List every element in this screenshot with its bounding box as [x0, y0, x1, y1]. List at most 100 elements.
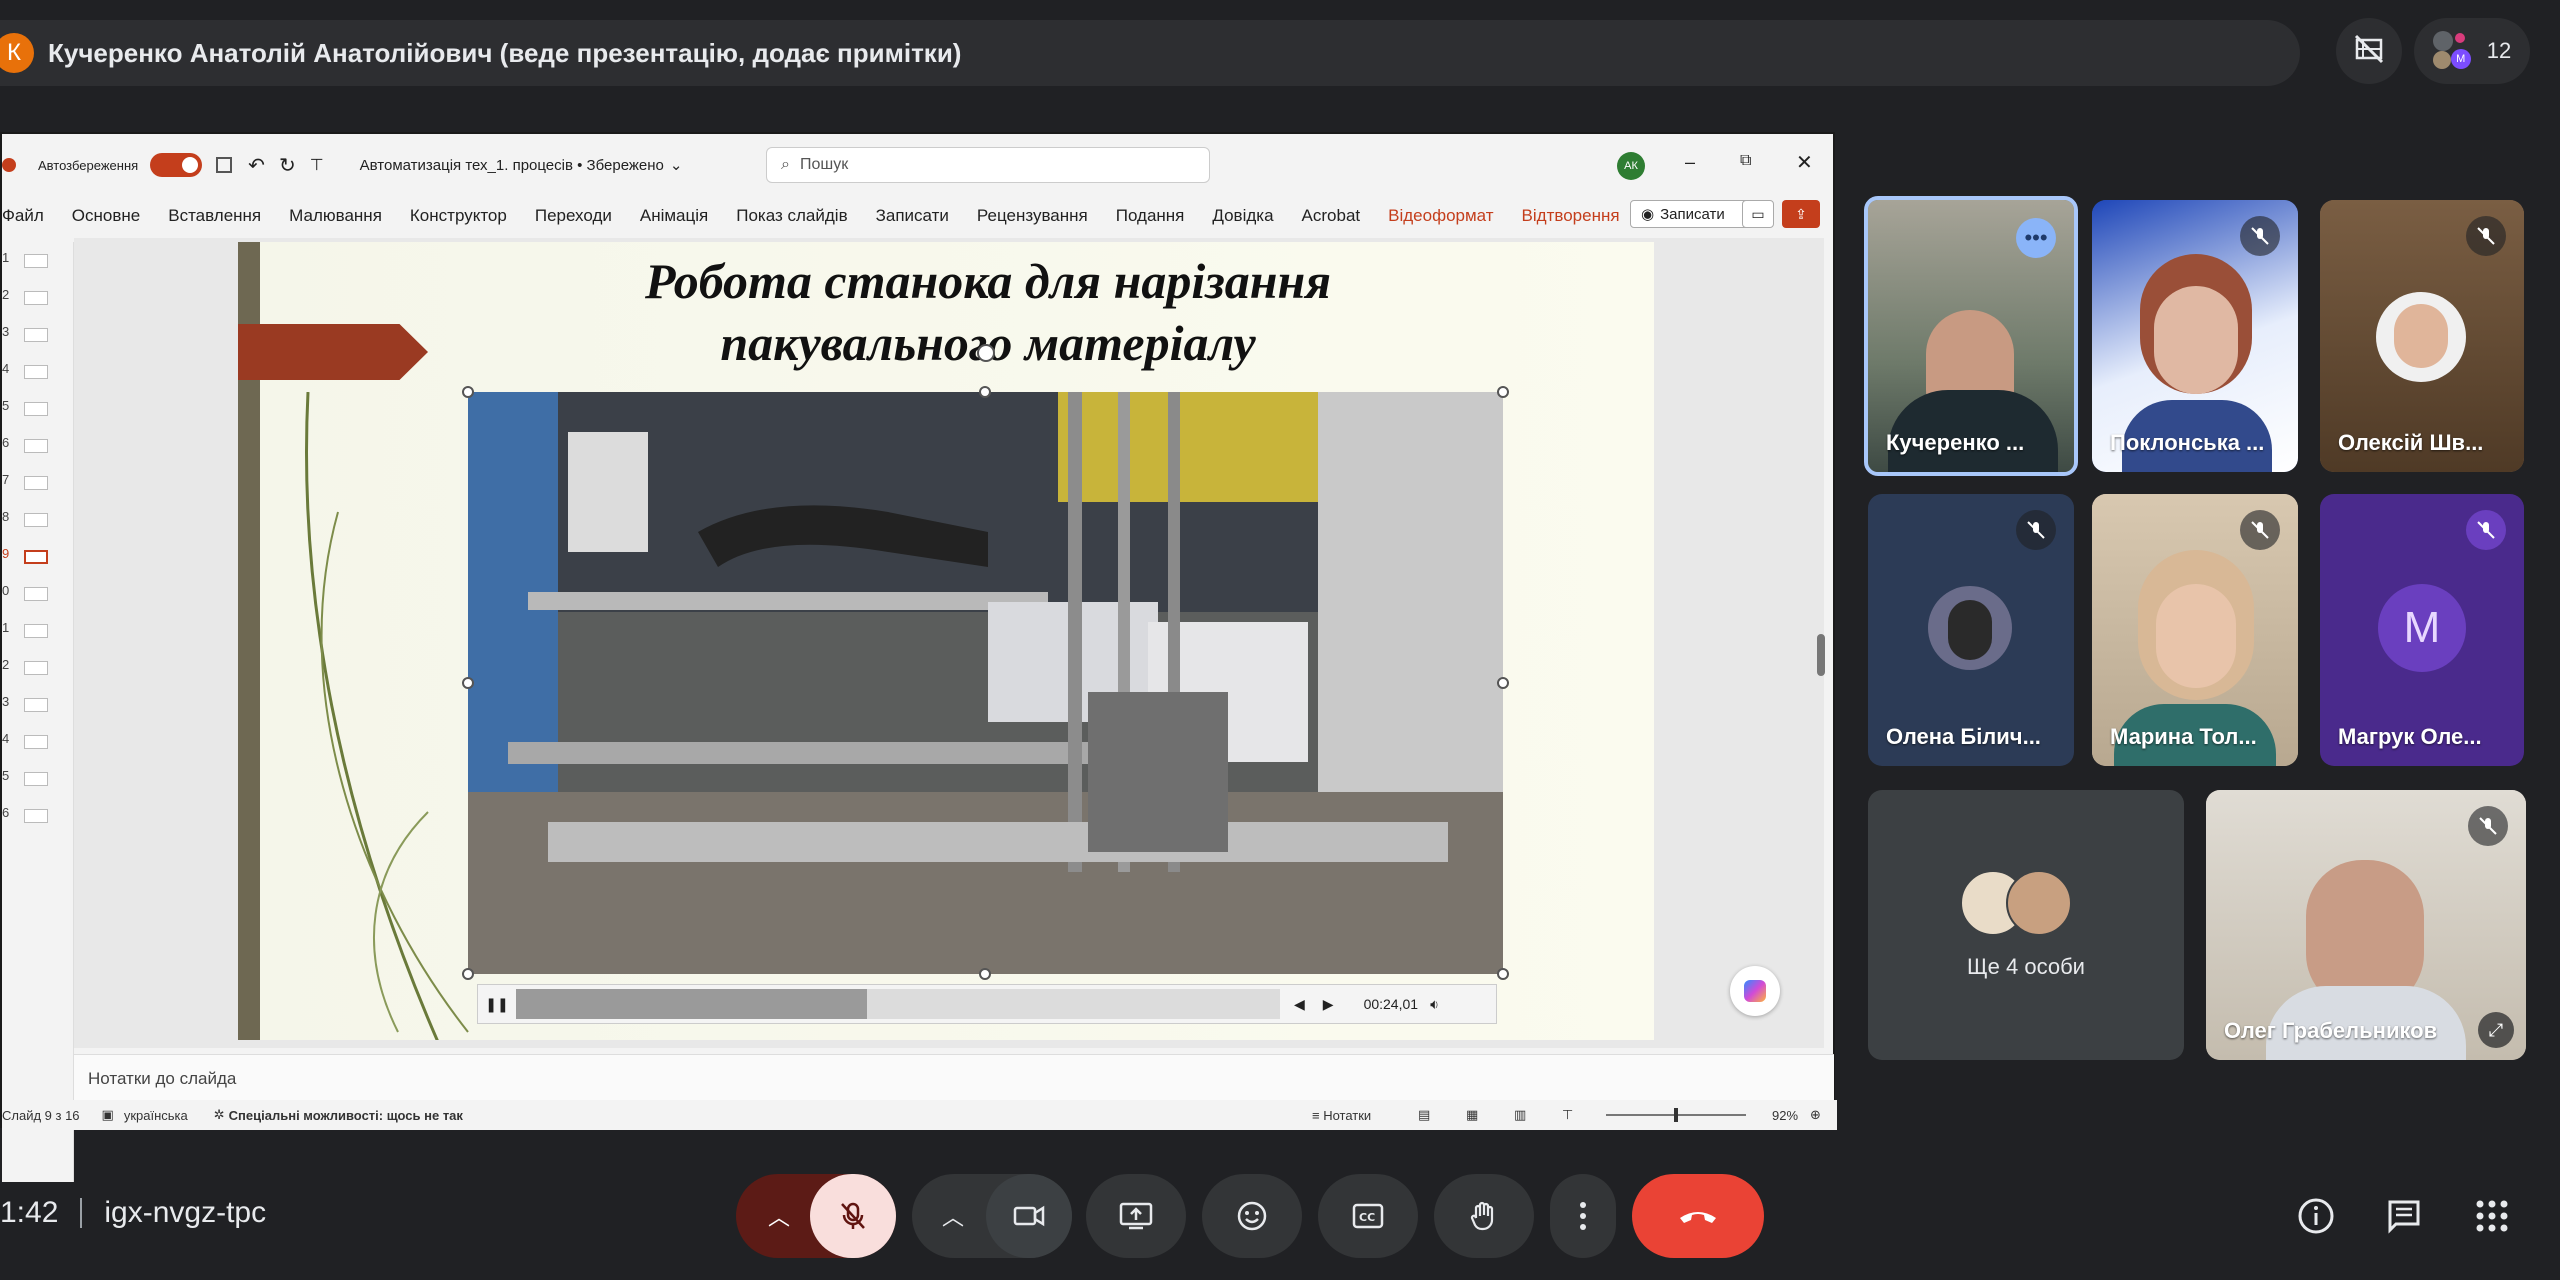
save-icon[interactable] — [216, 157, 233, 173]
zoom-slider[interactable] — [1606, 1108, 1746, 1122]
slide-thumbnail[interactable]: 7 — [2, 472, 54, 492]
ribbon-tab[interactable]: Записати — [876, 206, 949, 226]
participant-tile[interactable]: Поклонська ... — [2092, 200, 2298, 472]
notes-button[interactable]: ≡ Нотатки — [1312, 1108, 1371, 1123]
autosave-toggle[interactable] — [150, 153, 203, 177]
slide-thumbnail[interactable]: 0 — [2, 583, 54, 603]
present-screen-button[interactable] — [1086, 1174, 1186, 1258]
rotate-handle[interactable] — [977, 344, 995, 362]
ribbon-tab[interactable]: Основне — [72, 206, 140, 226]
restore-icon[interactable]: ⧉ — [1740, 152, 1751, 170]
microphone-off-button[interactable] — [810, 1174, 896, 1258]
shared-screen-powerpoint: Автозбереження ↶ ↻ ⊤ Автоматизація тех_1… — [0, 132, 1837, 1182]
ribbon-tab[interactable]: Довідка — [1212, 206, 1273, 226]
spellcheck-icon[interactable]: ▣ — [102, 1107, 114, 1123]
vertical-scrollbar[interactable] — [1814, 242, 1828, 1042]
meeting-code[interactable]: igx-nvgz-tpc — [104, 1196, 266, 1230]
share-icon[interactable]: ⇪ — [1782, 200, 1820, 228]
ribbon-tab[interactable]: Конструктор — [410, 206, 507, 226]
fit-slide-icon[interactable]: ⊕ — [1810, 1107, 1821, 1123]
participant-tile[interactable]: Олена Білич... — [1868, 494, 2074, 766]
present-icon[interactable]: ⊤ — [310, 155, 324, 175]
ribbon-tab-video-format[interactable]: Відеоформат — [1388, 206, 1493, 226]
slideshow-icon[interactable]: ⊤ — [1562, 1107, 1573, 1123]
zoom-level[interactable]: 92% — [1772, 1108, 1798, 1123]
presenter-avatar: К — [0, 33, 34, 73]
slide-thumbnail[interactable]: 3 — [2, 324, 54, 344]
accessibility-icon: ✲ — [213, 1107, 225, 1122]
search-input[interactable]: ⌕ Пошук — [766, 147, 1210, 183]
ribbon-tabs: Файл Основне Вставлення Малювання Констр… — [2, 196, 1833, 236]
fullscreen-icon[interactable]: ⤢ — [2478, 1012, 2514, 1048]
more-participants-tile[interactable]: Ще 4 особи — [1868, 790, 2184, 1060]
sorter-view-icon[interactable]: ▦ — [1466, 1107, 1478, 1123]
participant-tile[interactable]: M Магрук Оле... — [2320, 494, 2524, 766]
slide-thumbnail[interactable]: 1 — [2, 250, 54, 270]
copilot-icon[interactable] — [1730, 966, 1780, 1016]
accessibility-status[interactable]: Спеціальні можливості: щось не так — [229, 1108, 463, 1123]
mic-off-icon — [2016, 510, 2056, 550]
leave-call-button[interactable] — [1632, 1174, 1764, 1258]
previous-frame-icon[interactable]: ◀ — [1294, 996, 1305, 1013]
chat-button[interactable] — [2380, 1192, 2428, 1240]
ribbon-tab[interactable]: Подання — [1116, 206, 1185, 226]
meeting-info: 1:42 igx-nvgz-tpc — [0, 1196, 266, 1230]
raise-hand-button[interactable] — [1434, 1174, 1534, 1258]
video-progress-bar[interactable] — [516, 989, 1280, 1019]
reactions-button[interactable] — [1202, 1174, 1302, 1258]
doc-title[interactable]: Автоматизація тех_1. процесів • Збережен… — [360, 157, 664, 174]
ribbon-tab[interactable]: Анімація — [640, 206, 708, 226]
participant-tile[interactable]: Олег Грабельников ⤢ — [2206, 790, 2526, 1060]
ribbon-tab[interactable]: Файл — [2, 206, 44, 226]
ribbon-tab[interactable]: Рецензування — [977, 206, 1088, 226]
captions-icon: CC — [1352, 1203, 1384, 1229]
language[interactable]: українська — [124, 1108, 188, 1123]
slide-thumbnail[interactable]: 5 — [2, 768, 54, 788]
comments-icon[interactable]: ▭ — [1742, 200, 1774, 228]
slide-thumbnail[interactable]: 1 — [2, 620, 54, 640]
ribbon-tab-playback[interactable]: Відтворення — [1522, 206, 1620, 226]
people-button[interactable]: M 12 — [2414, 18, 2530, 84]
undo-icon[interactable]: ↶ — [248, 153, 265, 178]
ribbon-tab[interactable]: Вставлення — [168, 206, 261, 226]
slide-thumbnail[interactable]: 8 — [2, 509, 54, 529]
slide-thumbnail[interactable]: 3 — [2, 694, 54, 714]
volume-icon[interactable]: 🔉︎ — [1430, 996, 1439, 1013]
more-options-icon[interactable]: ••• — [2016, 218, 2056, 258]
slide-thumbnail[interactable]: 5 — [2, 398, 54, 418]
close-icon[interactable]: ✕ — [1796, 150, 1813, 175]
ribbon-tab[interactable]: Переходи — [535, 206, 612, 226]
slide-thumbnail[interactable]: 4 — [2, 361, 54, 381]
slide-thumbnail[interactable]: 4 — [2, 731, 54, 751]
slide-thumbnail[interactable]: 2 — [2, 287, 54, 307]
notes-pane[interactable]: Нотатки до слайда — [74, 1054, 1834, 1102]
camera-button[interactable] — [986, 1174, 1072, 1258]
search-icon: ⌕ — [781, 156, 790, 173]
redo-icon[interactable]: ↻ — [279, 153, 296, 178]
emoji-icon — [1237, 1201, 1267, 1231]
participant-tile-speaking[interactable]: ••• Кучеренко ... — [1864, 196, 2078, 476]
slide-thumbnail[interactable]: 2 — [2, 657, 54, 677]
normal-view-icon[interactable]: ▤ — [1418, 1107, 1430, 1123]
meeting-details-button[interactable] — [2292, 1192, 2340, 1240]
ribbon-tab[interactable]: Acrobat — [1302, 206, 1361, 226]
captions-button[interactable]: CC — [1318, 1174, 1418, 1258]
slide-thumbnail[interactable]: 6 — [2, 805, 54, 825]
more-options-button[interactable] — [1550, 1174, 1616, 1258]
activities-button[interactable] — [2468, 1192, 2516, 1240]
mic-off-icon — [2466, 216, 2506, 256]
minimize-icon[interactable]: – — [1685, 152, 1695, 173]
participant-tile[interactable]: Олексій Шв... — [2320, 200, 2524, 472]
slide-thumbnail-active[interactable]: 9 — [2, 546, 54, 566]
user-avatar[interactable]: АК — [1617, 152, 1645, 180]
participant-tile[interactable]: Марина Тол... — [2092, 494, 2298, 766]
ribbon-tab[interactable]: Показ слайдів — [736, 206, 847, 226]
reading-view-icon[interactable]: ▥ — [1514, 1107, 1526, 1123]
slide-thumbnail[interactable]: 6 — [2, 435, 54, 455]
ribbon-tab[interactable]: Малювання — [289, 206, 382, 226]
embedded-video[interactable] — [468, 392, 1503, 974]
participant-count: 12 — [2486, 38, 2512, 63]
next-frame-icon[interactable]: ▶ — [1323, 996, 1334, 1013]
pause-icon[interactable]: ❚❚ — [478, 996, 516, 1013]
hide-tile-button[interactable] — [2336, 18, 2402, 84]
